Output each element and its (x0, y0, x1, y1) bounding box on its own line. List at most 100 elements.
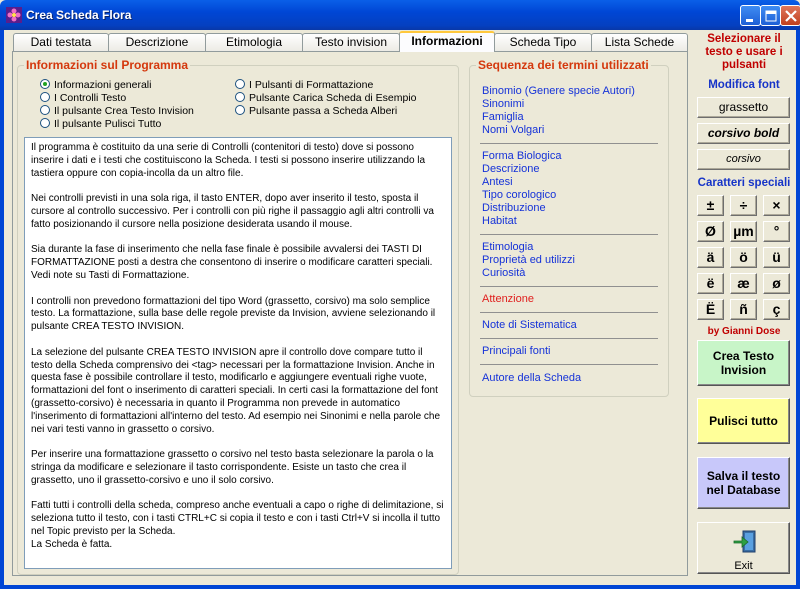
tab-testo-invision[interactable]: Testo invision (302, 33, 400, 51)
separator (480, 312, 658, 313)
seq-habitat: Habitat (482, 215, 517, 227)
title-bar[interactable]: Crea Scheda Flora (0, 0, 800, 30)
info-paragraph: I controlli non prevedono formattazioni … (31, 295, 436, 333)
clear-button-label: Pulisci tutto (709, 414, 778, 428)
tab-informazioni[interactable]: Informazioni (399, 31, 495, 52)
radio-label: Pulsante Carica Scheda di Esempio (249, 92, 417, 104)
sequence-group-title: Sequenza dei termini utilizzati (476, 58, 651, 72)
info-paragraph: La selezione del pulsante CREA TESTO INV… (31, 346, 441, 435)
radio-pulsante-pulisci-tutto[interactable]: Il pulsante Pulisci Tutto (40, 118, 161, 131)
radio-icon (40, 105, 50, 115)
italic-button[interactable]: corsivo (697, 149, 790, 170)
info-paragraph: Sia durante la fase di inserimento che n… (31, 244, 433, 281)
char-n-tilde-button[interactable]: ñ (730, 299, 757, 320)
close-icon (785, 10, 797, 22)
seq-tipo-corologico: Tipo corologico (482, 189, 557, 201)
radio-label: Pulsante passa a Scheda Alberi (249, 105, 398, 117)
seq-distribuzione: Distribuzione (482, 202, 546, 214)
seq-sinonimi: Sinonimi (482, 98, 525, 110)
separator (480, 234, 658, 235)
char-degree-button[interactable]: ° (763, 221, 790, 242)
instruction-text: Selezionare il testo e usare i pulsanti (705, 33, 783, 71)
bold-button[interactable]: grassetto (697, 97, 790, 118)
radio-label: I Controlli Testo (54, 92, 127, 104)
radio-carica-scheda-esempio[interactable]: Pulsante Carica Scheda di Esempio (235, 92, 417, 105)
char-c-cedilla-button[interactable]: ç (763, 299, 790, 320)
tab-dati-testata[interactable]: Dati testata (13, 33, 109, 51)
exit-button[interactable]: Exit (697, 522, 790, 574)
app-flower-icon (6, 7, 22, 23)
maximize-icon (765, 10, 777, 22)
char-multiply-button[interactable]: × (763, 195, 790, 216)
char-e-umlaut-upper-button[interactable]: Ë (697, 299, 724, 320)
separator (480, 364, 658, 365)
info-text-area[interactable]: Il programma è costituito da una serie d… (24, 137, 452, 569)
separator (480, 143, 658, 144)
save-button-label: Salva il testo nel Database (706, 469, 781, 497)
create-invision-text-button[interactable]: Crea Testo Invision (697, 340, 790, 386)
tab-scheda-tipo[interactable]: Scheda Tipo (494, 33, 592, 51)
char-oslash-upper-button[interactable]: Ø (697, 221, 724, 242)
close-button[interactable] (780, 5, 800, 26)
seq-forma-biologica: Forma Biologica (482, 150, 562, 162)
author-credit: by Gianni Dose (707, 326, 781, 337)
separator (480, 338, 658, 339)
seq-curiosita: Curiosità (482, 267, 526, 279)
modify-font-label: Modifica font (708, 79, 780, 91)
seq-etimologia: Etimologia (482, 241, 534, 253)
char-a-umlaut-button[interactable]: ä (697, 247, 724, 268)
seq-note-sistematica: Note di Sistematica (482, 319, 577, 331)
seq-descrizione: Descrizione (482, 163, 540, 175)
radio-label: Il pulsante Pulisci Tutto (54, 118, 162, 130)
radio-checked-icon (40, 79, 50, 89)
info-paragraph: Nei controlli previsti in una sola riga,… (31, 193, 434, 230)
radio-icon (40, 118, 50, 128)
seq-antesi: Antesi (482, 176, 513, 188)
separator (480, 286, 658, 287)
info-paragraph: Il programma è costituito da una serie d… (31, 142, 426, 179)
seq-attenzione: Attenzione (482, 293, 534, 305)
bold-italic-button[interactable]: corsivo bold (697, 123, 790, 144)
char-oslash-button[interactable]: ø (763, 273, 790, 294)
char-ae-button[interactable]: æ (730, 273, 757, 294)
radio-icon (235, 105, 245, 115)
info-group-title: Informazioni sul Programma (24, 58, 191, 72)
seq-famiglia: Famiglia (482, 111, 524, 123)
exit-door-icon (733, 530, 756, 553)
minimize-button[interactable] (740, 5, 761, 26)
char-plusminus-button[interactable]: ± (697, 195, 724, 216)
clear-all-button[interactable]: Pulisci tutto (697, 398, 790, 444)
info-paragraph: Fatti tutti i controlli della scheda, co… (31, 500, 444, 550)
maximize-button[interactable] (760, 5, 781, 26)
seq-binomio: Binomio (Genere specie Autori) (482, 85, 635, 97)
radio-pulsanti-formattazione[interactable]: I Pulsanti di Formattazione (235, 79, 373, 92)
radio-icon (40, 92, 50, 102)
special-chars-label: Caratteri speciali (697, 177, 791, 189)
seq-principali-fonti: Principali fonti (482, 345, 551, 357)
radio-informazioni-generali[interactable]: Informazioni generali (40, 79, 151, 92)
save-to-database-button[interactable]: Salva il testo nel Database (697, 457, 790, 509)
seq-autore-scheda: Autore della Scheda (482, 372, 582, 384)
radio-label: I Pulsanti di Formattazione (249, 79, 374, 91)
minimize-icon (746, 19, 753, 22)
radio-icon (235, 92, 245, 102)
window-title: Crea Scheda Flora (26, 8, 132, 22)
seq-proprieta: Proprietà ed utilizzi (482, 254, 575, 266)
tab-lista-schede[interactable]: Lista Schede (591, 33, 688, 51)
char-e-umlaut-button[interactable]: ë (697, 273, 724, 294)
radio-label: Informazioni generali (54, 79, 152, 91)
radio-scheda-alberi[interactable]: Pulsante passa a Scheda Alberi (235, 105, 397, 118)
info-paragraph: Per inserire una formattazione grassetto… (31, 449, 434, 486)
exit-label: Exit (734, 560, 753, 572)
radio-pulsante-crea-testo[interactable]: Il pulsante Crea Testo Invision (40, 105, 194, 118)
char-u-umlaut-button[interactable]: ü (763, 247, 790, 268)
radio-controlli-testo[interactable]: I Controlli Testo (40, 92, 126, 105)
tab-etimologia[interactable]: Etimologia (205, 33, 303, 51)
radio-label: Il pulsante Crea Testo Invision (54, 105, 194, 117)
tab-descrizione[interactable]: Descrizione (108, 33, 206, 51)
char-divide-button[interactable]: ÷ (730, 195, 757, 216)
char-o-umlaut-button[interactable]: ö (730, 247, 757, 268)
char-micrometer-button[interactable]: µm (730, 221, 757, 242)
create-button-label: Crea Testo Invision (712, 349, 775, 377)
seq-nomi-volgari: Nomi Volgari (482, 124, 545, 136)
